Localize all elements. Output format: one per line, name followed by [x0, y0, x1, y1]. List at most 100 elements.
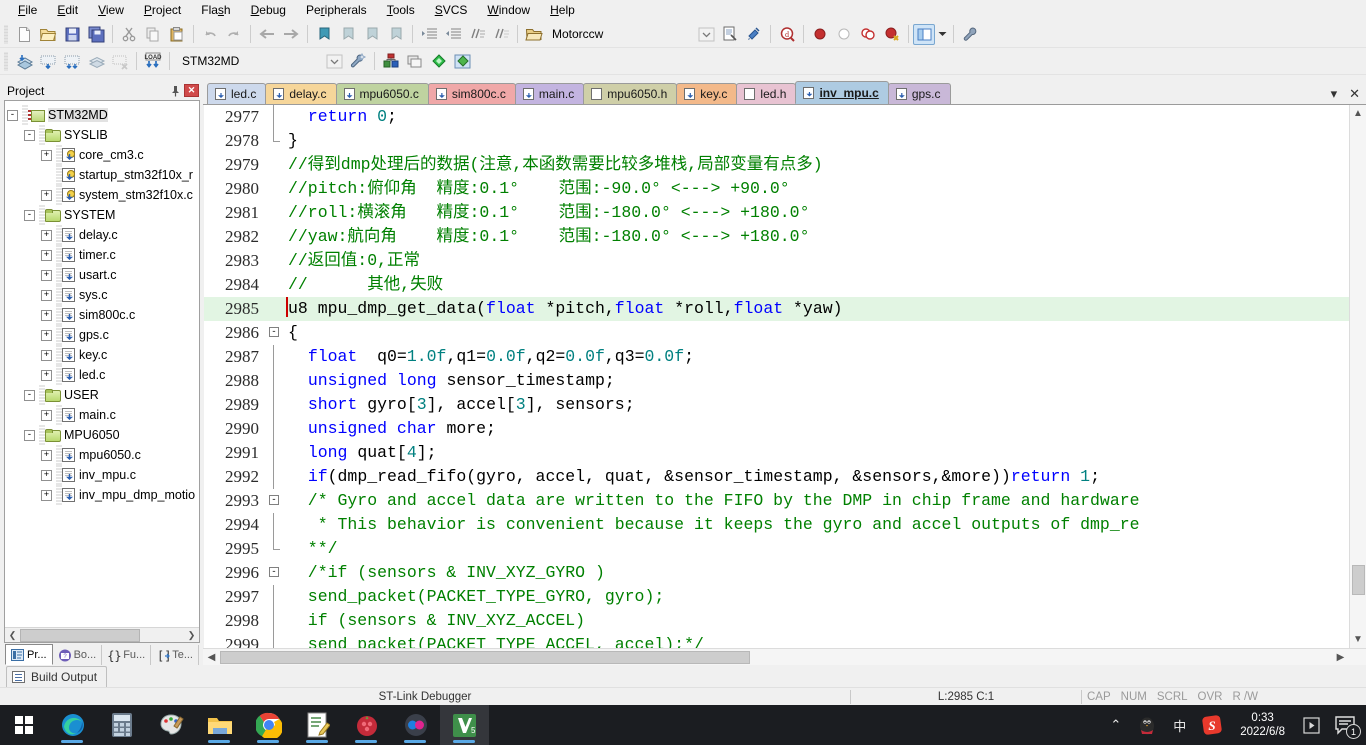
editor-tab-inv-mpu-c[interactable]: inv_mpu.c	[795, 81, 889, 104]
pomegranate-app-icon[interactable]	[342, 705, 391, 745]
notepad-icon[interactable]	[293, 705, 342, 745]
menu-item-project[interactable]: Project	[134, 1, 191, 19]
navigate-forward-icon[interactable]	[279, 23, 303, 46]
target-selector[interactable]: STM32MD	[174, 52, 322, 70]
disable-breakpoint-icon[interactable]	[832, 23, 856, 46]
menu-item-peripherals[interactable]: Peripherals	[296, 1, 377, 19]
close-icon[interactable]: ✕	[184, 84, 199, 97]
project-tree[interactable]: - STM32MD - SYSLIB + core_cm3.c startup_stm32f…	[4, 100, 200, 643]
notification-icon[interactable]: 1	[1328, 705, 1366, 745]
code-line[interactable]: 2982 //yaw:航向角 精度:0.1° 范围:-180.0° <---> +…	[204, 225, 1349, 249]
expand-icon[interactable]: +	[41, 189, 52, 201]
editor-tab-main-c[interactable]: main.c	[514, 83, 585, 104]
redo-icon[interactable]	[222, 23, 246, 46]
browse-symbols-icon[interactable]	[718, 23, 742, 46]
insert-breakpoint-icon[interactable]	[808, 23, 832, 46]
windows-start-icon[interactable]	[0, 705, 48, 745]
tree-item-delay-c[interactable]: + delay.c	[7, 225, 199, 245]
tree-item-inv-mpu-dmp-motio[interactable]: + inv_mpu_dmp_motio	[7, 485, 199, 505]
tree-item-led-c[interactable]: + led.c	[7, 365, 199, 385]
menu-item-window[interactable]: Window	[477, 1, 540, 19]
taskbar-clock[interactable]: 0:33 2022/6/8	[1230, 705, 1295, 745]
expand-icon[interactable]: +	[41, 149, 52, 161]
menu-item-flash[interactable]: Flash	[191, 1, 240, 19]
tree-item-sys-c[interactable]: + sys.c	[7, 285, 199, 305]
tree-item-gps-c[interactable]: + gps.c	[7, 325, 199, 345]
code-line[interactable]: 2990 unsigned char more;	[204, 417, 1349, 441]
fold-collapse-icon[interactable]: -	[269, 327, 279, 337]
project-pane-tab-bo[interactable]: ? Bo...	[53, 645, 103, 665]
tree-item-inv-mpu-c[interactable]: + inv_mpu.c	[7, 465, 199, 485]
build-output-tab[interactable]: Build Output	[6, 666, 108, 687]
chevron-up-icon[interactable]: ⌃	[1102, 705, 1129, 745]
code-line[interactable]: 2984 // 其他,失败	[204, 273, 1349, 297]
code-fold-margin[interactable]: -	[266, 489, 286, 513]
translate-icon[interactable]	[12, 50, 36, 73]
code-line[interactable]: 2986-{	[204, 321, 1349, 345]
code-line[interactable]: 2977 return 0;	[204, 105, 1349, 129]
expand-icon[interactable]: +	[41, 309, 52, 321]
project-tree-hscrollbar[interactable]: ❮ ❯	[5, 627, 199, 642]
save-icon[interactable]	[60, 23, 84, 46]
navigate-back-icon[interactable]	[255, 23, 279, 46]
editor-tab-mpu6050-c[interactable]: mpu6050.c	[335, 83, 429, 104]
code-fold-margin[interactable]	[266, 369, 286, 393]
chevron-right-icon[interactable]: ▶	[1332, 649, 1349, 666]
new-file-icon[interactable]	[12, 23, 36, 46]
code-editor[interactable]: 2977 return 0; 2978} 2979//得到dmp处理后的数据(注意,…	[203, 105, 1366, 648]
find-in-files-icon[interactable]	[742, 23, 766, 46]
chevron-up-icon[interactable]: ▲	[1350, 105, 1366, 122]
expand-icon[interactable]: +	[41, 489, 52, 501]
menu-item-help[interactable]: Help	[540, 1, 585, 19]
project-pane-tab-te[interactable]: []Te...	[151, 645, 199, 665]
build-icon[interactable]	[36, 50, 60, 73]
edge-icon[interactable]	[48, 705, 97, 745]
tree-item-syslib[interactable]: - SYSLIB	[7, 125, 199, 145]
menu-item-tools[interactable]: Tools	[377, 1, 425, 19]
menu-item-view[interactable]: View	[88, 1, 134, 19]
code-fold-margin[interactable]	[266, 129, 286, 153]
open-file-icon[interactable]	[36, 23, 60, 46]
manage-runtime-icon[interactable]	[379, 50, 403, 73]
tree-item-mpu6050-c[interactable]: + mpu6050.c	[7, 445, 199, 465]
paste-icon[interactable]	[165, 23, 189, 46]
editor-tab-key-c[interactable]: key.c	[676, 83, 738, 104]
menu-item-svcs[interactable]: SVCS	[425, 1, 478, 19]
collapse-icon[interactable]: -	[24, 429, 35, 441]
fold-collapse-icon[interactable]: -	[269, 495, 279, 505]
code-line[interactable]: 2989 short gyro[3], accel[3], sensors;	[204, 393, 1349, 417]
download-icon[interactable]: LOAD	[141, 50, 165, 73]
chevron-left-icon[interactable]: ◀	[203, 649, 220, 666]
code-fold-margin[interactable]	[266, 585, 286, 609]
menu-item-debug[interactable]: Debug	[241, 1, 296, 19]
code-fold-margin[interactable]	[266, 393, 286, 417]
target-options-icon[interactable]	[346, 50, 370, 73]
chevron-down-icon[interactable]: ▼	[1350, 631, 1366, 648]
find-symbol-icon[interactable]: d	[775, 23, 799, 46]
batch-build-icon[interactable]	[84, 50, 108, 73]
paint-icon[interactable]	[146, 705, 195, 745]
code-scroll-region[interactable]: 2977 return 0; 2978} 2979//得到dmp处理后的数据(注意,…	[204, 105, 1349, 648]
expand-icon[interactable]: +	[41, 349, 52, 361]
keil-uvision-icon[interactable]: 5	[440, 705, 489, 745]
project-pane-tab-fu[interactable]: {} Fu...	[102, 645, 152, 665]
tree-item-mpu6050[interactable]: - MPU6050	[7, 425, 199, 445]
rebuild-icon[interactable]	[60, 50, 84, 73]
expand-icon[interactable]: +	[41, 249, 52, 261]
code-line[interactable]: 2978}	[204, 129, 1349, 153]
code-fold-margin[interactable]	[266, 633, 286, 648]
collapse-icon[interactable]: -	[24, 389, 35, 401]
debug-start-icon[interactable]	[427, 50, 451, 73]
code-line[interactable]: 2988 unsigned long sensor_timestamp;	[204, 369, 1349, 393]
code-line[interactable]: 2996- /*if (sensors & INV_XYZ_GYRO )	[204, 561, 1349, 585]
outdent-icon[interactable]	[441, 23, 465, 46]
tree-item-stm32md[interactable]: - STM32MD	[7, 105, 199, 125]
code-fold-margin[interactable]	[266, 225, 286, 249]
fold-collapse-icon[interactable]: -	[269, 567, 279, 577]
close-icon[interactable]: ✕	[1349, 86, 1360, 102]
code-fold-margin[interactable]	[266, 609, 286, 633]
editor-tab-delay-c[interactable]: delay.c	[265, 83, 337, 104]
toolbar-grip[interactable]	[4, 24, 8, 44]
disable-all-breakpoints-icon[interactable]	[856, 23, 880, 46]
editor-tab-gps-c[interactable]: gps.c	[887, 83, 951, 104]
